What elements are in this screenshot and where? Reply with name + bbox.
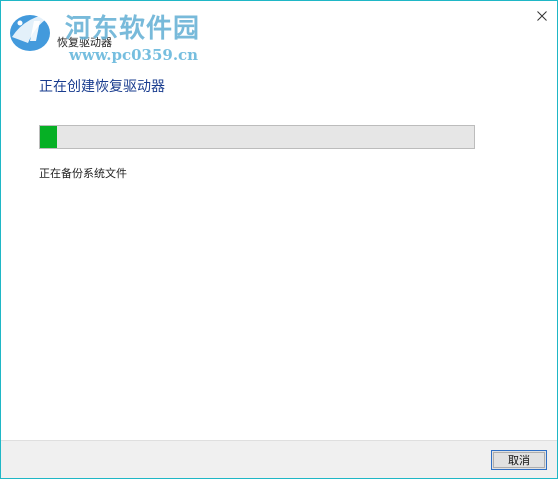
recovery-drive-window: 恢复驱动器 河东软件园 www.pc0359.cn 正在创建恢复驱动器 正在备份…	[0, 0, 558, 479]
cancel-button[interactable]: 取消	[491, 450, 547, 470]
footer-bar: 取消	[1, 440, 557, 478]
progress-status-text: 正在备份系统文件	[39, 167, 127, 180]
watermark-title: 河东软件园	[65, 14, 201, 44]
close-icon	[537, 11, 547, 21]
progress-bar-fill	[40, 126, 58, 148]
close-button[interactable]	[527, 1, 557, 31]
watermark-logo-icon	[10, 13, 56, 51]
watermark-url: www.pc0359.cn	[69, 46, 199, 64]
page-heading: 正在创建恢复驱动器	[39, 79, 165, 95]
progress-bar	[39, 125, 475, 149]
